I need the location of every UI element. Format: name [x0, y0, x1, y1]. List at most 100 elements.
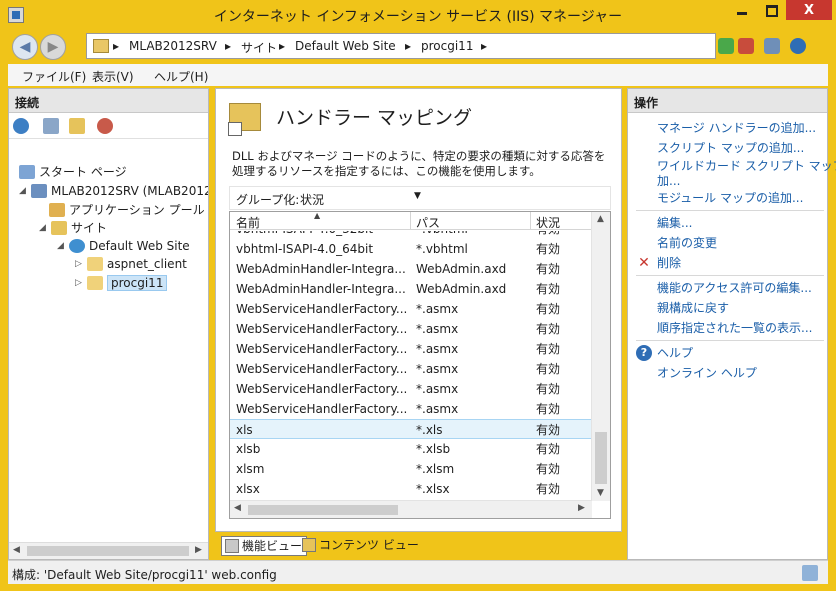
column-header-name[interactable]: 名前	[236, 214, 260, 231]
tree-item-start-page[interactable]: スタート ページ	[19, 163, 127, 181]
group-by-select[interactable]: グループ化: 状況 ▼	[229, 186, 611, 210]
cell-state: 有効	[536, 342, 561, 356]
cell-name: WebServiceHandlerFactory...	[236, 302, 408, 316]
table-row[interactable]: vbhtml-ISAPI-4.0_32bit *.vbhtml 有効	[230, 231, 592, 239]
forward-button[interactable]: ▶	[40, 34, 66, 60]
table-row[interactable]: WebAdminHandler-Integra... WebAdmin.axd 有効	[230, 259, 592, 279]
crumb-default-web-site[interactable]: Default Web Site	[295, 39, 396, 53]
action-add-wildcard-script-map[interactable]: ワイルドカード スクリプト マップの追	[657, 158, 836, 174]
maximize-button[interactable]	[757, 0, 785, 20]
menu-help[interactable]: ヘルプ(H)	[154, 68, 208, 85]
scroll-right-icon[interactable]: ▶	[578, 503, 585, 513]
tree-item-default-web-site[interactable]: Default Web Site	[69, 237, 190, 255]
table-row[interactable]: WebServiceHandlerFactory... *.asmx 有効	[230, 339, 592, 359]
action-delete[interactable]: 削除	[657, 255, 681, 271]
table-row[interactable]: xlsm *.xlsm 有効	[230, 459, 592, 479]
table-row[interactable]: xls *.xls 有効	[230, 419, 592, 439]
grid-vscrollbar[interactable]: ▲ ▼	[591, 212, 610, 501]
connections-hscrollbar[interactable]: ◀ ▶	[9, 542, 208, 559]
connections-pane: 接続 スタート ページ ◢ MLAB2012SRV (MLAB2012 アプリケ…	[8, 88, 209, 560]
table-row[interactable]: WebServiceHandlerFactory... *.asmx 有効	[230, 379, 592, 399]
title-bar[interactable]: インターネット インフォメーション サービス (IIS) マネージャー X	[0, 0, 836, 30]
action-online-help[interactable]: オンライン ヘルプ	[657, 365, 757, 381]
address-bar[interactable]: ▸ MLAB2012SRV ▸ サイト ▸ Default Web Site ▸…	[86, 33, 716, 59]
crumb-server[interactable]: MLAB2012SRV	[129, 39, 217, 53]
column-divider[interactable]	[410, 212, 411, 230]
tab-content-view[interactable]: コンテンツ ビュー	[299, 536, 419, 556]
home-icon[interactable]	[764, 38, 780, 54]
expand-icon[interactable]: ▷	[75, 259, 82, 269]
crumb-sites[interactable]: サイト	[241, 39, 277, 56]
action-view-ordered-list[interactable]: 順序指定された一覧の表示...	[657, 320, 812, 336]
handler-mappings-icon	[228, 103, 261, 136]
minimize-button[interactable]	[728, 0, 756, 20]
crumb-procgi11[interactable]: procgi11	[421, 39, 473, 53]
dropdown-arrow-icon[interactable]: ▼	[414, 191, 421, 201]
column-header-state[interactable]: 状況	[536, 214, 560, 231]
table-row[interactable]: WebServiceHandlerFactory... *.asmx 有効	[230, 299, 592, 319]
up-level-icon[interactable]	[69, 118, 85, 134]
tree-item-app-pools[interactable]: アプリケーション プール	[49, 201, 205, 219]
globe-icon	[69, 239, 85, 253]
collapse-icon[interactable]: ◢	[39, 223, 46, 233]
scroll-right-icon[interactable]: ▶	[195, 545, 202, 555]
tree-item-label: アプリケーション プール	[69, 203, 205, 217]
tree-item-sites[interactable]: サイト	[51, 219, 107, 237]
column-divider[interactable]	[530, 212, 531, 230]
tree-item-procgi11[interactable]: procgi11	[87, 274, 168, 292]
back-button[interactable]: ◀	[12, 34, 38, 60]
disconnect-icon[interactable]	[97, 118, 113, 134]
scroll-left-icon[interactable]: ◀	[13, 545, 20, 555]
menu-view[interactable]: 表示(V)	[92, 68, 134, 85]
scroll-thumb[interactable]	[27, 546, 189, 556]
scroll-thumb[interactable]	[595, 432, 607, 484]
action-help[interactable]: ヘルプ	[657, 345, 693, 361]
action-edit[interactable]: 編集...	[657, 215, 692, 231]
tree-item-server[interactable]: MLAB2012SRV (MLAB2012	[31, 182, 208, 200]
crumb-separator[interactable]: ▸	[225, 39, 231, 53]
menu-bar: ファイル(F) 表示(V) ヘルプ(H)	[8, 64, 828, 86]
scroll-down-icon[interactable]: ▼	[597, 488, 604, 498]
table-row[interactable]: WebServiceHandlerFactory... *.asmx 有効	[230, 399, 592, 419]
save-icon[interactable]	[43, 118, 59, 134]
help-icon[interactable]	[790, 38, 806, 54]
crumb-separator[interactable]: ▸	[405, 39, 411, 53]
table-row[interactable]: WebAdminHandler-Integra... WebAdmin.axd 有効	[230, 279, 592, 299]
menu-file[interactable]: ファイル(F)	[22, 68, 86, 85]
action-revert-to-parent[interactable]: 親構成に戻す	[657, 300, 729, 316]
crumb-separator[interactable]: ▸	[279, 39, 285, 53]
action-add-script-map[interactable]: スクリプト マップの追加...	[657, 140, 804, 156]
grid-hscrollbar[interactable]: ◀ ▶	[230, 500, 592, 518]
delete-icon: ✕	[638, 255, 650, 271]
column-header-path[interactable]: パス	[416, 214, 440, 231]
table-row[interactable]: WebServiceHandlerFactory... *.asmx 有効	[230, 359, 592, 379]
cell-state: 有効	[536, 282, 561, 296]
group-by-value: 状況	[300, 193, 325, 207]
action-add-wildcard-script-map-cont[interactable]: 加...	[657, 173, 680, 189]
collapse-icon[interactable]: ◢	[19, 186, 26, 196]
action-add-managed-handler[interactable]: マネージ ハンドラーの追加...	[657, 120, 816, 136]
folder-icon	[87, 257, 103, 271]
close-button[interactable]: X	[786, 0, 832, 20]
table-row[interactable]: xlsx *.xlsx 有効	[230, 479, 592, 499]
table-row[interactable]: xlsb *.xlsb 有効	[230, 439, 592, 459]
connect-icon[interactable]	[13, 118, 29, 134]
scroll-thumb[interactable]	[248, 505, 398, 515]
cell-state: 有効	[536, 262, 561, 276]
tree-item-label-selected: procgi11	[107, 275, 168, 291]
collapse-icon[interactable]: ◢	[57, 241, 64, 251]
stop-icon[interactable]	[738, 38, 754, 54]
table-row[interactable]: vbhtml-ISAPI-4.0_64bit *.vbhtml 有効	[230, 239, 592, 259]
tree-item-aspnet-client[interactable]: aspnet_client	[87, 255, 187, 273]
tab-features-view[interactable]: 機能ビュー	[221, 536, 308, 556]
cell-state: 有効	[536, 382, 561, 396]
table-row[interactable]: WebServiceHandlerFactory... *.asmx 有効	[230, 319, 592, 339]
action-rename[interactable]: 名前の変更	[657, 235, 717, 251]
scroll-up-icon[interactable]: ▲	[597, 214, 604, 224]
action-edit-feature-permissions[interactable]: 機能のアクセス許可の編集...	[657, 280, 812, 296]
expand-icon[interactable]: ▷	[75, 278, 82, 288]
action-add-module-map[interactable]: モジュール マップの追加...	[657, 190, 803, 206]
crumb-separator[interactable]: ▸	[481, 39, 487, 53]
refresh-icon[interactable]	[718, 38, 734, 54]
scroll-left-icon[interactable]: ◀	[234, 503, 241, 513]
